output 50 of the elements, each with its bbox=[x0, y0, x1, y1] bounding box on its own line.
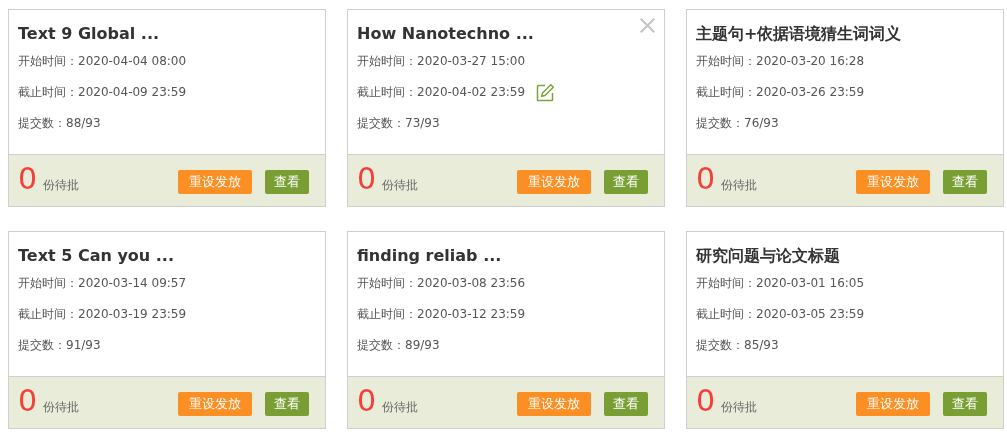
reset-button[interactable]: 重设发放 bbox=[178, 169, 252, 194]
deadline-time: 截止时间：2020-03-19 23:59 bbox=[18, 306, 187, 323]
pending-count: 0 bbox=[696, 163, 716, 194]
view-button[interactable]: 查看 bbox=[943, 391, 987, 416]
deadline-time: 截止时间：2020-04-02 23:59 bbox=[357, 84, 526, 101]
pending-count: 0 bbox=[696, 385, 716, 416]
assignment-title[interactable]: 主题句+依据语境猜生词词义 bbox=[696, 22, 994, 46]
pending-label: 份待批 bbox=[43, 177, 80, 194]
assignment-title[interactable]: finding reliab ... bbox=[357, 244, 655, 268]
submission-count: 提交数：89/93 bbox=[357, 337, 441, 354]
submission-count: 提交数：76/93 bbox=[696, 115, 780, 132]
start-time: 开始时间：2020-03-01 16:05 bbox=[696, 275, 866, 292]
reset-button[interactable]: 重设发放 bbox=[517, 391, 591, 416]
submission-count: 提交数：73/93 bbox=[357, 115, 441, 132]
deadline-time: 截止时间：2020-03-05 23:59 bbox=[696, 306, 865, 323]
view-button[interactable]: 查看 bbox=[604, 169, 648, 194]
pending-label: 份待批 bbox=[382, 177, 419, 194]
reset-button[interactable]: 重设发放 bbox=[856, 169, 930, 194]
pending-label: 份待批 bbox=[43, 399, 80, 416]
submission-count: 提交数：91/93 bbox=[18, 337, 102, 354]
pending-count: 0 bbox=[18, 385, 38, 416]
start-time: 开始时间：2020-04-04 08:00 bbox=[18, 53, 188, 70]
view-button[interactable]: 查看 bbox=[265, 169, 309, 194]
reset-button[interactable]: 重设发放 bbox=[856, 391, 930, 416]
assignment-title[interactable]: Text 9 Global ... bbox=[18, 22, 316, 46]
deadline-time: 截止时间：2020-03-12 23:59 bbox=[357, 306, 526, 323]
pending-label: 份待批 bbox=[721, 177, 758, 194]
pending-label: 份待批 bbox=[721, 399, 758, 416]
reset-button[interactable]: 重设发放 bbox=[178, 391, 252, 416]
start-time: 开始时间：2020-03-27 15:00 bbox=[357, 53, 527, 70]
close-icon[interactable] bbox=[639, 17, 656, 34]
pending-count: 0 bbox=[18, 163, 38, 194]
reset-button[interactable]: 重设发放 bbox=[517, 169, 591, 194]
view-button[interactable]: 查看 bbox=[943, 169, 987, 194]
submission-count: 提交数：85/93 bbox=[696, 337, 780, 354]
assignment-title[interactable]: 研究问题与论文标题 bbox=[696, 244, 994, 268]
pending-label: 份待批 bbox=[382, 399, 419, 416]
start-time: 开始时间：2020-03-14 09:57 bbox=[18, 275, 188, 292]
start-time: 开始时间：2020-03-20 16:28 bbox=[696, 53, 866, 70]
start-time: 开始时间：2020-03-08 23:56 bbox=[357, 275, 527, 292]
pending-count: 0 bbox=[357, 163, 377, 194]
assignment-title[interactable]: Text 5 Can you ... bbox=[18, 244, 316, 268]
edit-icon[interactable] bbox=[535, 82, 556, 103]
submission-count: 提交数：88/93 bbox=[18, 115, 102, 132]
deadline-time: 截止时间：2020-04-09 23:59 bbox=[18, 84, 187, 101]
deadline-time: 截止时间：2020-03-26 23:59 bbox=[696, 84, 865, 101]
assignment-title[interactable]: How Nanotechno ... bbox=[357, 22, 655, 46]
view-button[interactable]: 查看 bbox=[604, 391, 648, 416]
pending-count: 0 bbox=[357, 385, 377, 416]
view-button[interactable]: 查看 bbox=[265, 391, 309, 416]
